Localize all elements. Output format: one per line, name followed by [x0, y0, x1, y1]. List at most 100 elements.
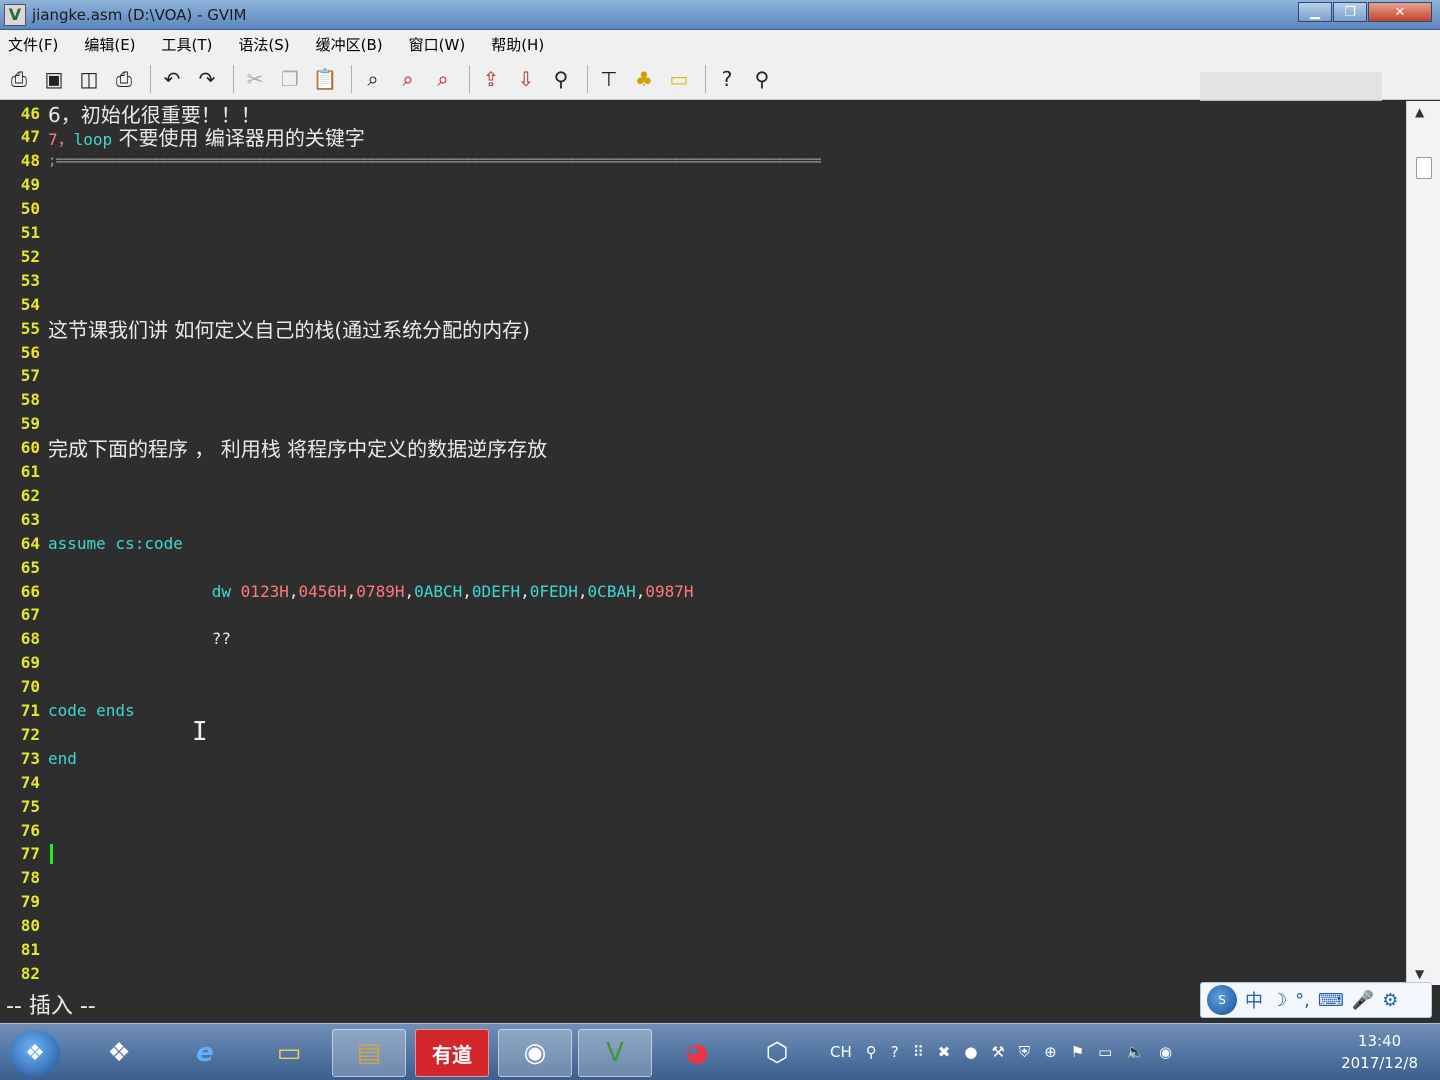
maximize-button[interactable]: ❐ — [1333, 2, 1367, 22]
load-session-icon[interactable]: ⇪ — [476, 64, 506, 94]
editor-line[interactable]: 59 — [0, 412, 1406, 436]
menu-syntax[interactable]: 语法(S) — [236, 32, 291, 57]
undo-icon[interactable]: ↶ — [157, 64, 187, 94]
editor-line[interactable]: 67 — [0, 603, 1406, 627]
gvim-icon[interactable]: V — [578, 1029, 652, 1077]
tray-network-icon[interactable]: ⠿ — [913, 1043, 924, 1061]
editor-line[interactable]: 55 这节课我们讲 如何定义自己的栈(通过系统分配的内存) — [0, 316, 1406, 342]
tray-volume-icon[interactable]: 🔈 — [1126, 1043, 1145, 1061]
editor-line[interactable]: 75 — [0, 794, 1406, 818]
editor-line[interactable]: 58 — [0, 388, 1406, 412]
save-icon[interactable]: ▣ — [39, 64, 69, 94]
book-icon[interactable]: ▤ — [332, 1029, 406, 1077]
menu-window[interactable]: 窗口(W) — [407, 32, 468, 57]
editor-line[interactable]: 60 完成下面的程序 ， 利用栈 将程序中定义的数据逆序存放 — [0, 436, 1406, 461]
folder-icon[interactable]: ▭ — [252, 1029, 326, 1077]
vertical-scrollbar[interactable]: ▲ ▼ — [1406, 101, 1440, 985]
editor-line[interactable]: 73 end — [0, 746, 1406, 770]
editor-line[interactable]: 61 — [0, 460, 1406, 484]
ime-logo-icon[interactable]: S — [1207, 985, 1237, 1015]
help-icon[interactable]: ? — [712, 64, 742, 94]
find-prev-icon[interactable]: ⌕ — [428, 64, 458, 94]
editor-line[interactable]: 81 — [0, 938, 1406, 962]
scroll-thumb[interactable] — [1416, 157, 1432, 179]
editor-line[interactable]: 72 — [0, 722, 1406, 746]
editor-line[interactable]: 74 — [0, 770, 1406, 794]
menu-buffers[interactable]: 缓冲区(B) — [314, 32, 385, 57]
windows-icon[interactable]: ❖ — [10, 1030, 60, 1076]
make-icon[interactable]: ⊤ — [594, 64, 624, 94]
tray-flag-icon[interactable]: ⚑ — [1071, 1043, 1084, 1061]
shell-icon[interactable]: ♣ — [629, 64, 659, 94]
ime-toolbar[interactable]: S 中 ☽ °, ⌨ 🎤 ⚙ — [1200, 982, 1432, 1018]
editor-buffer[interactable]: 46 6，初始化很重要！！！ 47 7，loop 不要使用 编译器用的关键字 48 ;==… — [0, 101, 1406, 985]
editor-line[interactable]: 63 — [0, 507, 1406, 531]
editor-line[interactable]: 47 7，loop 不要使用 编译器用的关键字 — [0, 125, 1406, 150]
save-session-icon[interactable]: ⇩ — [511, 64, 541, 94]
gvim-icon[interactable]: V — [4, 3, 26, 26]
scroll-up-icon[interactable]: ▲ — [1415, 105, 1424, 119]
editor-line[interactable]: 46 6，初始化很重要！！！ — [0, 101, 1406, 127]
editor-line[interactable]: 77 — [0, 842, 1406, 866]
paste-icon[interactable]: 📋 — [310, 64, 340, 94]
editor-line[interactable]: 66 dw 0123H,0456H,0789H,0ABCH,0DEFH,0FED… — [0, 579, 1406, 603]
menu-tools[interactable]: 工具(T) — [160, 32, 215, 57]
cut-icon[interactable]: ✂ — [240, 64, 270, 94]
camera-icon[interactable]: ◉ — [498, 1029, 572, 1077]
run-script-icon[interactable]: ⚲ — [546, 64, 576, 94]
find-next-icon[interactable]: ⌕ — [393, 64, 423, 94]
editor-line[interactable]: 69 — [0, 651, 1406, 675]
copy-icon[interactable]: ❐ — [275, 64, 305, 94]
editor-line[interactable]: 49 — [0, 173, 1406, 197]
tray-monitor-icon[interactable]: ▭ — [1098, 1043, 1112, 1061]
editor-line[interactable]: 71 code ends — [0, 699, 1406, 723]
ime-halfwidth-icon[interactable]: ☽ — [1271, 990, 1287, 1011]
chrome-icon[interactable]: ◕ — [660, 1029, 734, 1077]
box-icon[interactable]: ⬡ — [740, 1029, 814, 1077]
find-replace-icon[interactable]: ⌕ — [358, 64, 388, 94]
editor-line[interactable]: 76 — [0, 818, 1406, 842]
editor-line[interactable]: 56 — [0, 340, 1406, 364]
menu-edit[interactable]: 编辑(E) — [82, 32, 137, 57]
editor-line[interactable]: 65 — [0, 555, 1406, 579]
ime-lang-toggle[interactable]: 中 — [1245, 987, 1263, 1013]
tray-help-icon[interactable]: ? — [891, 1043, 899, 1061]
editor-line[interactable]: 79 — [0, 890, 1406, 914]
apps-icon[interactable]: ❖ — [82, 1029, 156, 1077]
tray-tool-icon[interactable]: ⚒ — [991, 1043, 1004, 1061]
scroll-down-icon[interactable]: ▼ — [1415, 967, 1424, 981]
find-help-icon[interactable]: ⚲ — [747, 64, 777, 94]
editor-line[interactable]: 80 — [0, 914, 1406, 938]
menu-file[interactable]: 文件(F) — [6, 32, 60, 57]
tray-plus-icon[interactable]: ⊕ — [1044, 1043, 1057, 1061]
editor-line[interactable]: 50 — [0, 197, 1406, 221]
open-icon[interactable]: ⎙ — [4, 64, 34, 94]
tray-app-icon[interactable]: ✖ — [938, 1043, 951, 1061]
save-all-icon[interactable]: ◫ — [74, 64, 104, 94]
editor-line[interactable]: 52 — [0, 244, 1406, 268]
editor-line[interactable]: 48 ;=====================================… — [0, 149, 1406, 173]
minimize-button[interactable]: ▁ — [1298, 2, 1332, 22]
editor-line[interactable]: 70 — [0, 675, 1406, 699]
tags-icon[interactable]: ▭ — [664, 64, 694, 94]
tray-language[interactable]: CH — [830, 1043, 852, 1061]
menu-help[interactable]: 帮助(H) — [489, 32, 546, 57]
redo-icon[interactable]: ↷ — [192, 64, 222, 94]
tray-search-icon[interactable]: ⚲ — [866, 1043, 877, 1061]
editor-line[interactable]: 82 — [0, 961, 1406, 985]
editor-line[interactable]: 53 — [0, 268, 1406, 292]
print-icon[interactable]: ⎙ — [109, 64, 139, 94]
ime-punct-icon[interactable]: °, — [1295, 990, 1310, 1011]
editor-line[interactable]: 64 assume cs:code — [0, 531, 1406, 555]
ime-keyboard-icon[interactable]: ⌨ — [1318, 990, 1344, 1011]
ime-mic-icon[interactable]: 🎤 — [1352, 990, 1374, 1011]
tray-clock[interactable]: 13:40 2017/12/8 — [1341, 1030, 1418, 1074]
youdao-icon[interactable]: 有道 — [415, 1029, 489, 1077]
editor-line[interactable]: 57 — [0, 364, 1406, 388]
editor-line[interactable]: 54 — [0, 292, 1406, 316]
tray-status-icon[interactable]: ● — [964, 1043, 977, 1061]
editor-line[interactable]: 62 — [0, 483, 1406, 507]
ime-settings-icon[interactable]: ⚙ — [1382, 990, 1398, 1011]
editor-line[interactable]: 78 — [0, 866, 1406, 890]
ie-icon[interactable]: e — [168, 1029, 242, 1077]
